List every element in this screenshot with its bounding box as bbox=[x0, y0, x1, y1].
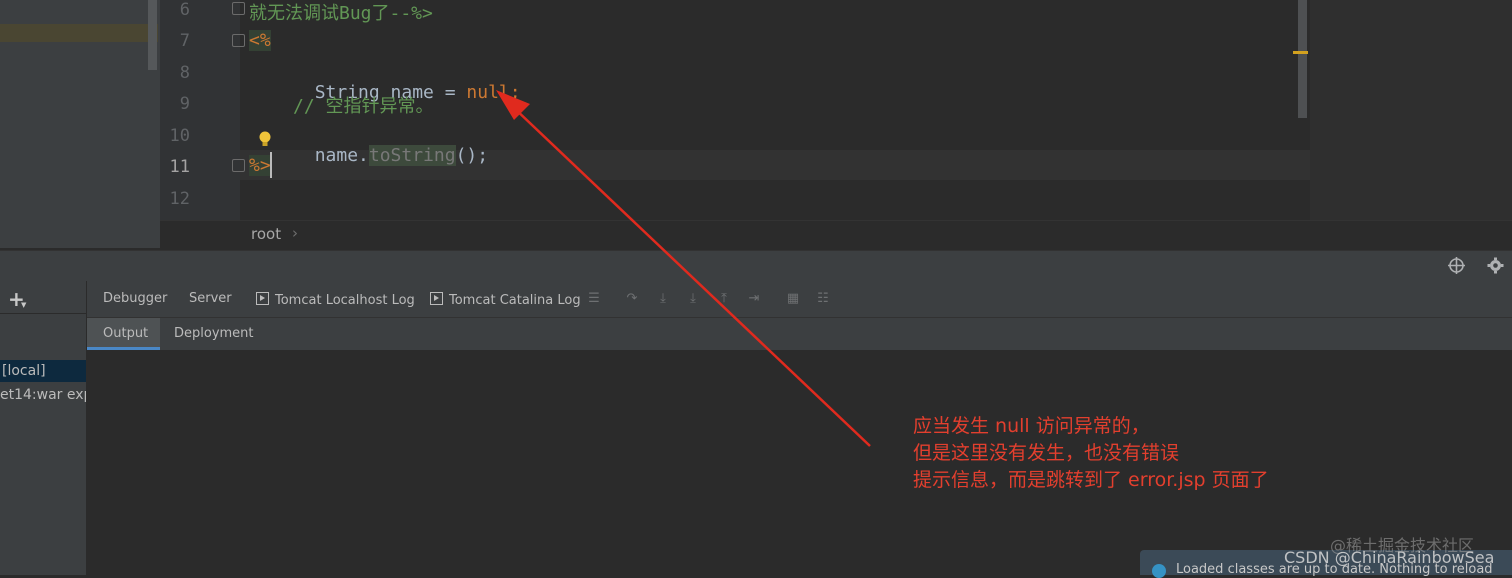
info-icon bbox=[1152, 564, 1166, 578]
annotation-text: 但是这里没有发生，也没有错误 bbox=[913, 442, 1180, 464]
annotation-arrow bbox=[496, 90, 871, 447]
annotation-text: 提示信息，而是跳转到了 error.jsp 页面了 bbox=[913, 469, 1269, 491]
annotation-text: 应当发生 null 访问异常的， bbox=[913, 415, 1150, 437]
watermark: CSDN @ChinaRainbowSea bbox=[1284, 548, 1495, 567]
